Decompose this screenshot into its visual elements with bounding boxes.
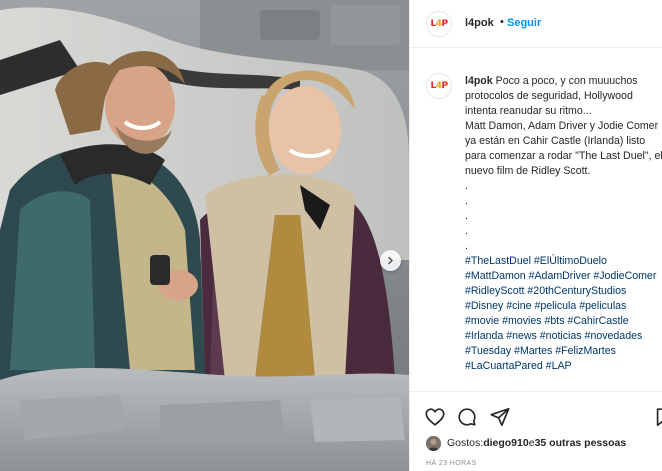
likes-summary: Gostos: diego910 e 35 outras pessoas <box>426 435 626 451</box>
post-header: L4P l4pok • Seguir <box>410 0 662 48</box>
author-username[interactable]: l4pok <box>465 17 494 29</box>
liker-avatar[interactable] <box>426 435 441 451</box>
post-photo-illustration <box>0 0 409 471</box>
caption-text: Poco a poco, y con muuuchos protocolos d… <box>465 75 662 252</box>
liker-username[interactable]: diego910 <box>483 437 529 449</box>
person-icon <box>426 435 441 451</box>
comments-area[interactable]: L4P l4pok Poco a poco, y con muuuchos pr… <box>410 48 662 391</box>
author-avatar[interactable]: L4P <box>426 11 452 37</box>
l4p-logo: L4P <box>430 81 448 91</box>
share-icon[interactable] <box>489 406 511 428</box>
likes-others-link[interactable]: 35 outras pessoas <box>535 437 627 449</box>
post-caption: l4pok Poco a poco, y con muuuchos protoc… <box>465 74 662 374</box>
l4p-logo: L4P <box>430 19 448 29</box>
heart-icon[interactable] <box>424 406 446 428</box>
follow-button[interactable]: Seguir <box>507 17 541 29</box>
post-timestamp: HÁ 23 HORAS <box>426 460 477 467</box>
chevron-right-icon <box>388 256 394 265</box>
caption-hashtags[interactable]: #TheLastDuel #ElÚltimoDuelo #MattDamon #… <box>465 255 659 372</box>
comment-icon[interactable] <box>456 406 478 428</box>
likes-prefix: Gostos: <box>447 437 484 449</box>
post-actions: Gostos: diego910 e 35 outras pessoas <box>410 391 662 455</box>
separator-dot: • <box>500 16 504 28</box>
post-photo[interactable] <box>0 0 409 471</box>
carousel-next-button[interactable] <box>380 250 401 271</box>
post-side-panel: L4P l4pok • Seguir L4P l4pok Poco a poco… <box>409 0 662 471</box>
caption-username[interactable]: l4pok <box>465 75 493 87</box>
caption-author-avatar[interactable]: L4P <box>426 73 452 99</box>
bookmark-icon[interactable] <box>653 406 662 428</box>
